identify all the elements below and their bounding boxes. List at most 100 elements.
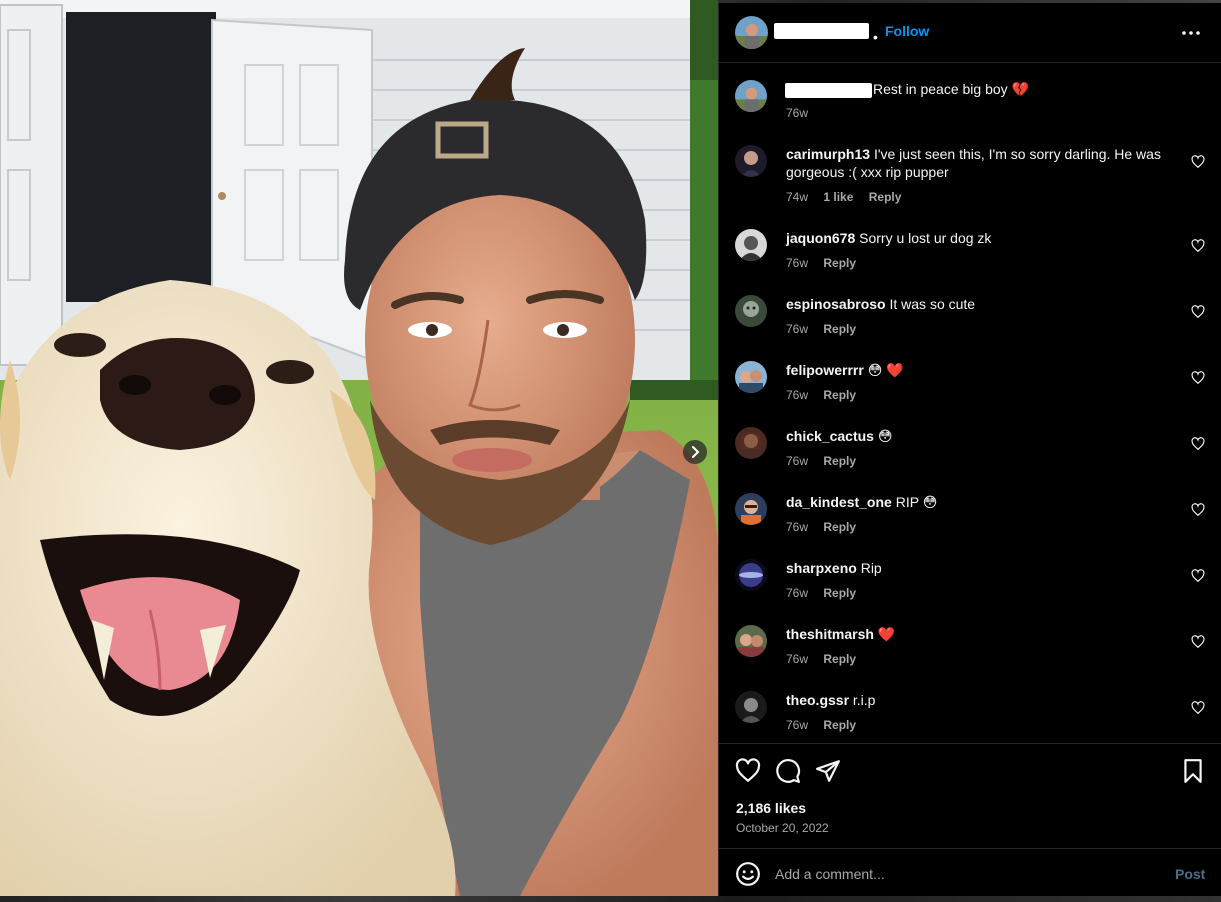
heart-icon[interactable] xyxy=(1191,371,1205,385)
comment-meta: 76w Reply xyxy=(786,652,868,666)
redacted-username xyxy=(774,23,869,39)
comment-input[interactable] xyxy=(775,859,1155,889)
comment-likes[interactable]: 1 like xyxy=(823,190,853,204)
avatar[interactable] xyxy=(735,625,767,657)
comment-body: ❤️ xyxy=(877,626,896,642)
avatar-image xyxy=(735,625,767,657)
avatar-image xyxy=(735,361,767,393)
comment-username[interactable]: carimurph13 xyxy=(786,146,870,162)
likes-count[interactable]: 2,186 likes xyxy=(736,800,806,816)
post-modal: • Follow Rest in peace big boy 💔 76w car… xyxy=(0,0,1221,902)
comment-body: It was so cute xyxy=(889,296,976,312)
heart-icon[interactable] xyxy=(1191,437,1205,451)
more-options-button[interactable] xyxy=(1179,21,1203,45)
paper-plane-icon[interactable] xyxy=(815,758,841,784)
comment-username[interactable]: da_kindest_one xyxy=(786,494,892,510)
reply-button[interactable]: Reply xyxy=(823,256,856,270)
comment-meta: 76w Reply xyxy=(786,256,868,270)
timestamp: 74w xyxy=(786,190,809,204)
avatar[interactable] xyxy=(735,691,767,723)
heart-icon[interactable] xyxy=(1191,635,1205,649)
next-photo-button[interactable] xyxy=(683,440,707,464)
timestamp: 76w xyxy=(786,718,809,732)
post-header: • Follow xyxy=(719,3,1221,63)
avatar-image xyxy=(735,295,767,327)
timestamp: 76w xyxy=(786,388,809,402)
separator-dot: • xyxy=(873,29,878,45)
bookmark-icon[interactable] xyxy=(1180,758,1206,784)
reply-button[interactable]: Reply xyxy=(823,388,856,402)
background-strip xyxy=(0,896,1221,902)
heart-icon[interactable] xyxy=(735,758,761,784)
avatar[interactable] xyxy=(735,361,767,393)
heart-icon[interactable] xyxy=(1191,155,1205,169)
redacted-username xyxy=(785,83,872,98)
timestamp: 76w xyxy=(786,454,809,468)
comment-text: carimurph13 I've just seen this, I'm so … xyxy=(786,145,1172,181)
reply-button[interactable]: Reply xyxy=(823,586,856,600)
post-photo[interactable] xyxy=(0,0,718,896)
comment-body: 😳 xyxy=(877,428,893,444)
comment-body: Sorry u lost ur dog zk xyxy=(859,230,992,246)
timestamp: 76w xyxy=(786,256,809,270)
post-side-panel: • Follow Rest in peace big boy 💔 76w car… xyxy=(718,3,1221,896)
caption-meta: 76w xyxy=(786,106,820,120)
comment-text: da_kindest_one RIP 😳 xyxy=(786,493,1172,511)
reply-button[interactable]: Reply xyxy=(823,454,856,468)
comment-text: theo.gssr r.i.p xyxy=(786,691,1172,709)
avatar-image xyxy=(735,691,767,723)
heart-icon[interactable] xyxy=(1191,503,1205,517)
avatar[interactable] xyxy=(735,493,767,525)
post-actions: 2,186 likes October 20, 2022 Post xyxy=(719,743,1221,896)
comment-bubble-icon[interactable] xyxy=(775,758,801,784)
reply-button[interactable]: Reply xyxy=(823,652,856,666)
avatar-image xyxy=(735,80,767,112)
avatar[interactable] xyxy=(735,229,767,261)
post-comment-button[interactable]: Post xyxy=(1175,866,1205,882)
avatar[interactable] xyxy=(735,427,767,459)
comment-text: espinosabroso It was so cute xyxy=(786,295,1172,313)
reply-button[interactable]: Reply xyxy=(823,718,856,732)
avatar[interactable] xyxy=(735,145,767,177)
comment-meta: 76w Reply xyxy=(786,586,868,600)
reply-button[interactable]: Reply xyxy=(823,520,856,534)
avatar-image xyxy=(735,229,767,261)
reply-button[interactable]: Reply xyxy=(869,190,902,204)
heart-icon[interactable] xyxy=(1191,239,1205,253)
comment-body: r.i.p xyxy=(852,692,876,708)
comment-text: sharpxeno Rip xyxy=(786,559,1172,577)
comment-username[interactable]: chick_cactus xyxy=(786,428,874,444)
comment-username[interactable]: espinosabroso xyxy=(786,296,886,312)
follow-button[interactable]: Follow xyxy=(885,23,929,39)
avatar[interactable] xyxy=(735,295,767,327)
heart-icon[interactable] xyxy=(1191,569,1205,583)
caption-text: Rest in peace big boy 💔 xyxy=(873,81,1029,97)
comments-list[interactable]: Rest in peace big boy 💔 76w carimurph13 … xyxy=(719,64,1221,744)
heart-icon[interactable] xyxy=(1191,305,1205,319)
comment-meta: 76w Reply xyxy=(786,322,868,336)
comment-username[interactable]: theo.gssr xyxy=(786,692,849,708)
author-avatar[interactable] xyxy=(735,16,768,49)
more-options-icon xyxy=(1182,31,1200,35)
comment-meta: 76w Reply xyxy=(786,388,868,402)
author-avatar[interactable] xyxy=(735,80,767,112)
emoji-icon[interactable] xyxy=(735,861,761,887)
reply-button[interactable]: Reply xyxy=(823,322,856,336)
comment-text: felipowerrrr 😳 ❤️ xyxy=(786,361,1172,379)
photo-illustration xyxy=(0,0,718,896)
post-date: October 20, 2022 xyxy=(736,821,829,835)
comment-username[interactable]: jaquon678 xyxy=(786,230,855,246)
heart-icon[interactable] xyxy=(1191,701,1205,715)
comment-body: Rip xyxy=(860,560,882,576)
timestamp: 76w xyxy=(786,322,809,336)
avatar-image xyxy=(735,493,767,525)
comment-text: theshitmarsh ❤️ xyxy=(786,625,1172,643)
avatar[interactable] xyxy=(735,559,767,591)
comment-username[interactable]: sharpxeno xyxy=(786,560,857,576)
timestamp: 76w xyxy=(786,586,809,600)
comment-username[interactable]: felipowerrrr xyxy=(786,362,864,378)
comment-text: jaquon678 Sorry u lost ur dog zk xyxy=(786,229,1172,247)
comment-username[interactable]: theshitmarsh xyxy=(786,626,874,642)
comment-meta: 74w 1 like Reply xyxy=(786,190,913,204)
timestamp: 76w xyxy=(786,106,809,120)
